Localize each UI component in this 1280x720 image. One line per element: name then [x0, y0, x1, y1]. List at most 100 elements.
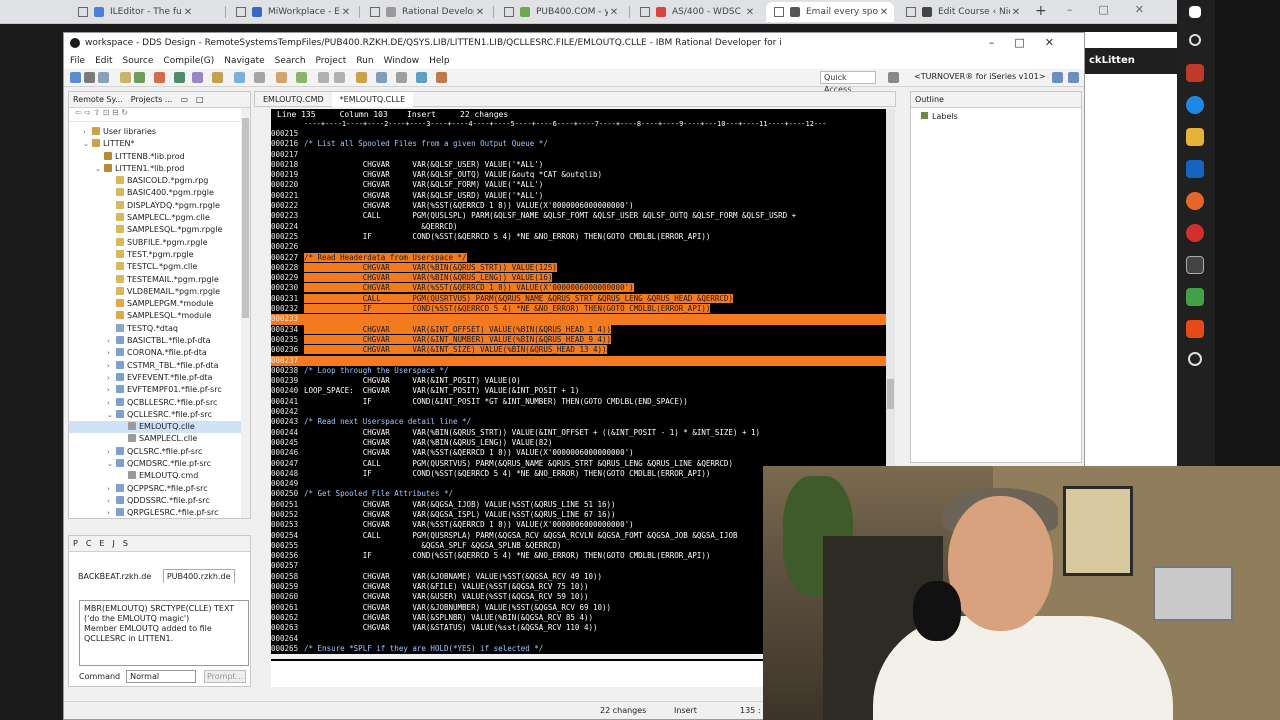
tree-node[interactable]: TEST.*pgm.rpgle — [69, 249, 241, 261]
tree-node[interactable]: VLD8EMAIL.*pgm.rpgle — [69, 286, 241, 298]
expand-toggle-icon[interactable]: › — [107, 335, 116, 347]
perspective-switch-icon[interactable] — [1052, 72, 1063, 83]
next-annotation-icon[interactable] — [276, 72, 287, 83]
expand-toggle-icon[interactable]: ⌄ — [95, 163, 104, 175]
explorer-toolbar[interactable]: ⇦ ⇨ ⇧ ⊡ ⊟ ↻ — [69, 108, 250, 122]
outline-item-labels[interactable]: Labels — [921, 112, 958, 121]
code-line[interactable]: 000231 CALL PGM(QUSRTVUS) PARM(&QRUS_NAM… — [271, 293, 895, 304]
command-mode-select[interactable]: Normal — [126, 670, 197, 683]
tab-checkbox-icon[interactable] — [78, 7, 88, 17]
tab-checkbox-icon[interactable] — [504, 7, 514, 17]
code-line[interactable]: 000221 CHGVAR VAR(&QLSF_USRD) VALUE('*AL… — [271, 191, 895, 201]
camtasia-green-icon[interactable] — [1186, 288, 1204, 306]
close-tab-icon[interactable]: ✕ — [608, 7, 620, 18]
tree-node[interactable]: LITTENB.*lib.prod — [69, 151, 241, 163]
code-line[interactable]: 000222 CHGVAR VAR(%SST(&QERRCD 1 8)) VAL… — [271, 201, 895, 211]
tree-node[interactable]: SAMPLESQL.*pgm.rpgle — [69, 224, 241, 236]
expand-toggle-icon[interactable]: › — [83, 126, 92, 138]
save-icon[interactable] — [84, 72, 95, 83]
menu-item[interactable]: Edit — [95, 56, 112, 66]
prev-annotation-icon[interactable] — [296, 72, 307, 83]
tree-node[interactable]: › User libraries — [69, 126, 241, 138]
app-icon[interactable] — [1186, 64, 1204, 82]
tab-checkbox-icon[interactable] — [370, 7, 380, 17]
expand-toggle-icon[interactable]: › — [107, 495, 116, 507]
code-line[interactable]: 000219 CHGVAR VAR(&QLSF_OUTQ) VALUE(&out… — [271, 170, 895, 180]
code-line[interactable]: 000243 /* Read next Userspace detail line… — [271, 417, 895, 427]
code-line[interactable]: 000240 LOOP_SPACE: CHGVAR VAR(&INT_POSIT)… — [271, 386, 895, 396]
browser-tab[interactable]: ILEditor - The future of✕ — [70, 2, 198, 22]
code-line[interactable]: 000216 /* List all Spooled Files from a g… — [271, 139, 895, 149]
code-line[interactable]: 000215 — [271, 129, 895, 139]
code-line[interactable]: 000236 CHGVAR VAR(&INT_SIZE) VALUE(%BIN(… — [271, 345, 895, 355]
tab-checkbox-icon[interactable] — [640, 7, 650, 17]
tab-remote-systems[interactable]: Remote Sy... — [73, 95, 123, 104]
perspective-layout-icon[interactable] — [1068, 72, 1079, 83]
menu-item[interactable]: File — [70, 56, 85, 66]
code-line[interactable]: 000225 IF COND(%SST(&QERRCD 5 4) *NE &NO… — [271, 232, 895, 242]
code-line[interactable]: 000230 CHGVAR VAR(%SST(&QERRCD 1 8)) VAL… — [271, 283, 895, 293]
close-tab-icon[interactable]: ✕ — [182, 7, 194, 18]
browser-tab[interactable]: Edit Course ‹ Nick Litten✕ — [898, 2, 1026, 22]
tree-node[interactable]: › QDDSSRC.*file.pf-src — [69, 495, 241, 507]
open-member-icon[interactable] — [212, 72, 223, 83]
browser-tab[interactable]: PUB400.COM - your pu✕ — [496, 2, 624, 22]
menu-item[interactable]: Source — [123, 56, 154, 66]
search-icon[interactable] — [192, 72, 203, 83]
menu-item[interactable]: Run — [356, 56, 373, 66]
tree-node[interactable]: › QRPGLESRC.*file.pf-src — [69, 507, 241, 519]
tree-node[interactable]: TESTCL.*pgm.clle — [69, 261, 241, 273]
file-explorer-icon[interactable] — [1186, 128, 1204, 146]
tree-node[interactable]: › QCPPSRC.*file.pf-src — [69, 483, 241, 495]
tree-node[interactable]: › CSTMR_TBL.*file.pf-dta — [69, 360, 241, 372]
code-line[interactable]: 000234 CHGVAR VAR(&INT_OFFSET) VALUE(%BI… — [271, 324, 895, 335]
explorer-scrollbar[interactable] — [241, 108, 250, 518]
code-line[interactable]: 000235 CHGVAR VAR(&INT_NUMBER) VALUE(%BI… — [271, 334, 895, 345]
firefox-icon[interactable] — [1186, 192, 1204, 210]
browser-tab[interactable]: MiWorkplace - Editor fu✕ — [228, 2, 356, 22]
tree-node[interactable]: EMLOUTQ.cmd — [69, 470, 241, 482]
code-line[interactable]: 000227 /* Read Headerdata from Userspace … — [271, 252, 895, 263]
code-line[interactable]: 000245 CHGVAR VAR(%BIN(&QRUS_LENG)) VALU… — [271, 438, 895, 448]
toggle-mark-icon[interactable] — [254, 72, 265, 83]
filter-icon[interactable] — [234, 72, 245, 83]
new-tab-button[interactable]: + — [1035, 3, 1047, 19]
tree-node[interactable]: DISPLAYDQ.*pgm.rpgle — [69, 200, 241, 212]
code-line[interactable]: 000224 &QERRCD) — [271, 222, 895, 232]
code-line[interactable]: 000229 CHGVAR VAR(%BIN(&QRUS_LENG)) VALU… — [271, 273, 895, 283]
code-line[interactable]: 000232 IF COND(%SST(&QERRCD 5 4) *NE &NO… — [271, 304, 895, 314]
edge-icon[interactable] — [1186, 96, 1204, 114]
bottom-view-tab[interactable]: E — [99, 539, 104, 548]
expand-toggle-icon[interactable]: › — [107, 372, 116, 384]
format-icon[interactable] — [376, 72, 387, 83]
close-tab-icon[interactable]: ✕ — [474, 7, 486, 18]
close-tab-icon[interactable]: ✕ — [1010, 7, 1022, 18]
code-line[interactable]: 000244 CHGVAR VAR(%BIN(&QRUS_STRT)) VALU… — [271, 428, 895, 438]
tab-checkbox-icon[interactable] — [906, 7, 916, 17]
expand-toggle-icon[interactable]: › — [107, 483, 116, 495]
expand-toggle-icon[interactable]: ⌄ — [83, 138, 92, 150]
close-tab-icon[interactable]: ✕ — [744, 7, 756, 18]
pin-editor-icon[interactable] — [356, 72, 367, 83]
expand-toggle-icon[interactable]: › — [107, 507, 116, 519]
outlook-icon[interactable] — [1186, 160, 1204, 178]
perspective-label[interactable]: <TURNOVER® for iSeries v101> — [914, 72, 1045, 81]
code-line[interactable]: 000233 — [271, 314, 895, 325]
tree-node[interactable]: › EVFTEMPF01.*file.pf-src — [69, 384, 241, 396]
run-icon[interactable] — [134, 72, 145, 83]
bottom-view-tab[interactable]: J — [112, 539, 114, 548]
code-line[interactable]: 000226 — [271, 242, 895, 252]
undo-icon[interactable] — [120, 72, 131, 83]
open-perspective-icon[interactable] — [888, 72, 899, 83]
menu-item[interactable]: Search — [275, 56, 306, 66]
code-line[interactable]: 000238 /* Loop through the Userspace */ — [271, 366, 895, 376]
new-icon[interactable] — [70, 72, 81, 83]
bottom-view-tab[interactable]: P — [73, 539, 78, 548]
code-line[interactable]: 000217 — [271, 150, 895, 160]
tab-emloutq-cmd[interactable]: EMLOUTQ.CMD — [255, 92, 332, 107]
back-icon[interactable] — [318, 72, 329, 83]
code-line[interactable]: 000220 CHGVAR VAR(&QLSF_FORM) VALUE('*AL… — [271, 180, 895, 190]
code-line[interactable]: 000223 CALL PGM(QUSLSPL) PARM(&QLSF_NAME… — [271, 211, 895, 221]
print-icon[interactable] — [98, 72, 109, 83]
menu-item[interactable]: Window — [384, 56, 420, 66]
